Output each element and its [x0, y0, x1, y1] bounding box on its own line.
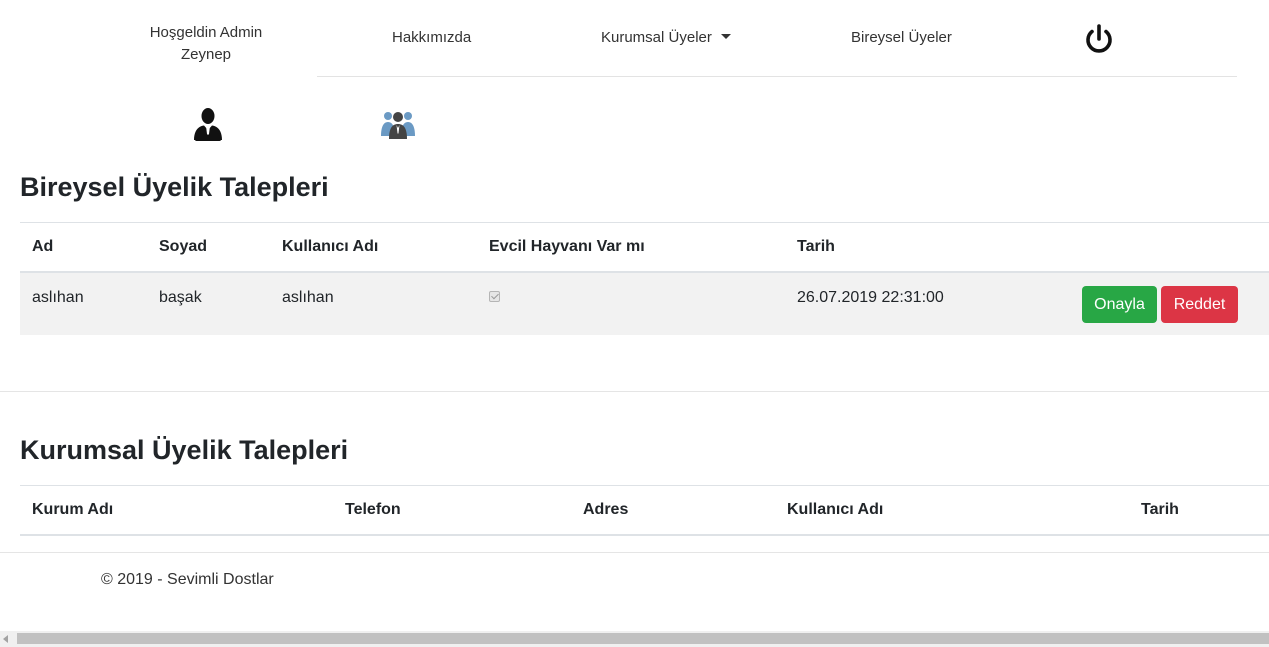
- user-icon[interactable]: [192, 106, 224, 142]
- column-header-has-pet: Evcil Hayvanı Var mı: [489, 238, 645, 255]
- scrollbar-thumb[interactable]: [17, 633, 1269, 644]
- column-header-institution-name: Kurum Adı: [32, 501, 114, 518]
- table-header-border: [20, 534, 1269, 536]
- page: Hoşgeldin Admin Zeynep Hakkımızda Kurums…: [0, 0, 1269, 647]
- column-header-soyad: Soyad: [159, 238, 208, 255]
- users-group-icon[interactable]: [381, 106, 415, 140]
- column-header-phone: Telefon: [345, 501, 401, 518]
- column-header-ad: Ad: [32, 238, 54, 255]
- column-header-username: Kullanıcı Adı: [787, 501, 884, 518]
- scroll-left-icon[interactable]: [3, 635, 8, 643]
- footer-divider: [0, 552, 1269, 553]
- approve-button[interactable]: Onayla: [1082, 286, 1157, 323]
- has-pet-checkbox: [489, 291, 500, 302]
- nav-dropdown-label: Kurumsal Üyeler: [601, 29, 712, 46]
- cell-soyad: başak: [159, 289, 202, 306]
- corporate-requests-title: Kurumsal Üyelik Talepleri: [20, 435, 349, 465]
- reject-button[interactable]: Reddet: [1161, 286, 1238, 323]
- power-icon[interactable]: [1082, 22, 1116, 56]
- cell-date: 26.07.2019 22:31:00: [797, 289, 944, 306]
- column-header-date: Tarih: [797, 238, 835, 255]
- cell-username: aslıhan: [282, 289, 334, 306]
- individual-requests-title: Bireysel Üyelik Talepleri: [20, 172, 329, 202]
- column-header-date: Tarih: [1141, 501, 1179, 518]
- horizontal-scrollbar[interactable]: [0, 631, 1269, 647]
- cell-ad: aslıhan: [32, 289, 84, 306]
- section-divider: [0, 391, 1269, 392]
- nav-divider: [317, 76, 1237, 77]
- caret-down-icon: [720, 34, 731, 39]
- welcome-text: Hoşgeldin Admin Zeynep: [149, 24, 263, 63]
- nav-dropdown-corporate-members[interactable]: Kurumsal Üyeler: [601, 29, 731, 46]
- table-top-border: [20, 222, 1269, 223]
- footer-copyright: © 2019 - Sevimli Dostlar: [101, 571, 274, 588]
- nav-link-about[interactable]: Hakkımızda: [392, 29, 471, 46]
- column-header-username: Kullanıcı Adı: [282, 238, 379, 255]
- column-header-address: Adres: [583, 501, 629, 518]
- table-top-border: [20, 485, 1269, 486]
- nav-link-individual-members[interactable]: Bireysel Üyeler: [851, 29, 952, 46]
